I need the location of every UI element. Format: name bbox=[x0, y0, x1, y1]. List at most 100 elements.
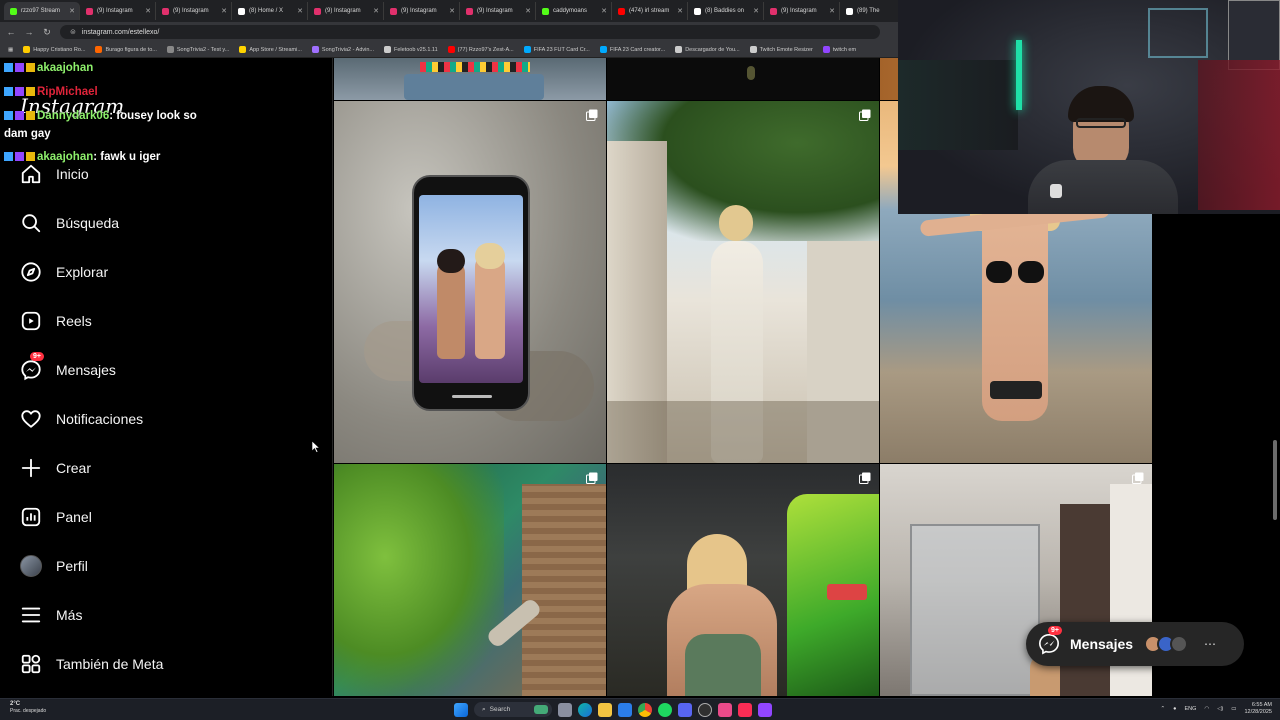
browser-tab[interactable]: (9) Instagram ✕ bbox=[384, 2, 460, 20]
store-icon[interactable] bbox=[618, 702, 632, 717]
bookmark-item[interactable]: Burago figura de to... bbox=[95, 46, 157, 53]
close-tab-icon[interactable]: ✕ bbox=[525, 7, 531, 15]
bookmark-favicon-icon bbox=[166, 46, 174, 53]
scrollbar-thumb[interactable] bbox=[1273, 440, 1277, 520]
task-view-icon[interactable] bbox=[558, 702, 572, 717]
browser-tab[interactable]: (9) Instagram ✕ bbox=[308, 2, 384, 20]
chat-badge-icon bbox=[4, 152, 13, 162]
bookmark-item[interactable]: (77) Rzzo97's Zest-A... bbox=[447, 46, 514, 53]
messages-label: Mensajes bbox=[1070, 636, 1134, 652]
clock[interactable]: 6:55 AM 12/28/2025 bbox=[1244, 702, 1272, 716]
bookmark-label: Twitch Emote Resizer bbox=[759, 46, 813, 53]
itunes-icon[interactable] bbox=[738, 702, 752, 717]
sidebar-item-mensajes[interactable]: 9+ Mensajes bbox=[20, 352, 116, 385]
post-thumbnail[interactable] bbox=[334, 464, 606, 696]
weather-temp: 2°C bbox=[10, 701, 21, 707]
bookmark-item[interactable]: Twitch Emote Resizer bbox=[749, 46, 813, 53]
sidebar-item-reels[interactable]: Reels bbox=[20, 306, 92, 336]
spotify-icon[interactable] bbox=[658, 702, 672, 717]
sidebar-item-perfil[interactable]: Perfil bbox=[20, 551, 88, 581]
bookmark-item[interactable]: FIFA 23 FUT Card Cr... bbox=[523, 46, 590, 53]
bookmark-favicon-icon bbox=[822, 46, 830, 53]
browser-tab[interactable]: (9) Instagram ✕ bbox=[764, 2, 840, 20]
close-tab-icon[interactable]: ✕ bbox=[297, 7, 303, 15]
back-icon[interactable]: ← bbox=[6, 27, 16, 37]
sidebar-item-notificaciones[interactable]: Notificaciones bbox=[20, 404, 143, 434]
forward-icon[interactable]: → bbox=[24, 27, 34, 37]
close-tab-icon[interactable]: ✕ bbox=[145, 7, 151, 15]
browser-tab[interactable]: (8) Home / X ✕ bbox=[232, 2, 308, 20]
sidebar-item-b-squeda[interactable]: Búsqueda bbox=[20, 208, 119, 238]
menu-icon bbox=[20, 604, 42, 626]
sidebar-item-explorar[interactable]: Explorar bbox=[20, 257, 108, 287]
browser-tab[interactable]: (474) irl stream ✕ bbox=[612, 2, 688, 20]
mic-icon[interactable]: ● bbox=[1173, 706, 1176, 712]
edge-icon[interactable] bbox=[578, 702, 592, 717]
multi-post-icon bbox=[1132, 472, 1144, 484]
sidebar-item-m-s[interactable]: Más bbox=[20, 600, 82, 630]
plus-icon bbox=[20, 457, 42, 479]
browser-tab[interactable]: (8) Baddies on ✕ bbox=[688, 2, 764, 20]
multi-post-icon bbox=[859, 109, 871, 121]
bookmark-item[interactable]: Happy Cristiano Ro... bbox=[23, 46, 85, 53]
sidebar-item-label: Perfil bbox=[56, 558, 88, 574]
post-thumbnail[interactable] bbox=[607, 464, 879, 696]
bookmark-favicon-icon bbox=[311, 46, 319, 53]
bookmark-favicon-icon bbox=[599, 46, 607, 53]
bookmark-item[interactable]: FIFA 23 Card creator... bbox=[599, 46, 665, 53]
close-tab-icon[interactable]: ✕ bbox=[677, 7, 683, 15]
close-tab-icon[interactable]: ✕ bbox=[449, 7, 455, 15]
bookmark-item[interactable]: Feletoob v25.1.11 bbox=[384, 46, 438, 53]
sidebar-item-panel[interactable]: Panel bbox=[20, 502, 92, 532]
sidebar-item-inicio[interactable]: Inicio bbox=[20, 159, 89, 189]
site-info-icon[interactable]: ⊜ bbox=[70, 28, 76, 36]
bookmark-item[interactable]: Descargador de You... bbox=[675, 46, 740, 53]
close-tab-icon[interactable]: ✕ bbox=[753, 7, 759, 15]
apps-grid-icon[interactable]: ▦ bbox=[8, 47, 13, 53]
bookmark-item[interactable]: App Store / Streami... bbox=[239, 46, 302, 53]
post-thumbnail[interactable] bbox=[334, 58, 606, 100]
close-tab-icon[interactable]: ✕ bbox=[601, 7, 607, 15]
messages-drawer-button[interactable]: 9+ Mensajes ⋯ bbox=[1026, 622, 1244, 666]
browser-tab[interactable]: (9) Instagram ✕ bbox=[80, 2, 156, 20]
close-tab-icon[interactable]: ✕ bbox=[221, 7, 227, 15]
multi-post-icon bbox=[586, 109, 598, 121]
close-tab-icon[interactable]: ✕ bbox=[829, 7, 835, 15]
url-field[interactable]: ⊜ instagram.com/estellexo/ bbox=[60, 25, 880, 39]
app-icon[interactable] bbox=[718, 702, 732, 717]
chrome-icon[interactable] bbox=[638, 702, 652, 717]
browser-tab[interactable]: (9) Instagram ✕ bbox=[156, 2, 232, 20]
volume-icon[interactable]: ◁) bbox=[1217, 706, 1223, 712]
bookmark-label: FIFA 23 FUT Card Cr... bbox=[533, 46, 590, 53]
post-thumbnail[interactable] bbox=[607, 101, 879, 463]
browser-tab[interactable]: caddymoans ✕ bbox=[536, 2, 612, 20]
close-tab-icon[interactable]: ✕ bbox=[373, 7, 379, 15]
language-indicator[interactable]: ENG bbox=[1184, 706, 1196, 712]
bookmark-label: SongTrivia2 - Test y... bbox=[176, 46, 230, 53]
sidebar-item-tambi-n-de-meta[interactable]: También de Meta bbox=[20, 649, 163, 679]
browser-tab[interactable]: rzzo97 Stream ✕ bbox=[4, 2, 80, 20]
tab-title: (89) The bbox=[857, 8, 880, 14]
bookmark-label: Descargador de You... bbox=[685, 46, 740, 53]
close-tab-icon[interactable]: ✕ bbox=[69, 7, 75, 15]
windows-start-icon[interactable] bbox=[454, 702, 468, 717]
obs-icon[interactable] bbox=[698, 702, 712, 717]
sidebar-item-crear[interactable]: Crear bbox=[20, 453, 91, 483]
weather-widget[interactable]: 2°C Prac. despejado bbox=[10, 701, 46, 715]
reload-icon[interactable]: ↻ bbox=[42, 27, 52, 38]
chevron-up-icon[interactable]: ⌃ bbox=[1161, 706, 1166, 712]
post-thumbnail[interactable] bbox=[334, 101, 606, 463]
bookmark-item[interactable]: twitch em bbox=[822, 46, 856, 53]
file-explorer-icon[interactable] bbox=[598, 702, 612, 717]
discord-icon[interactable] bbox=[678, 702, 692, 717]
wifi-icon[interactable]: ◠ bbox=[1204, 706, 1209, 712]
sidebar-item-label: Mensajes bbox=[56, 362, 116, 378]
bookmark-item[interactable]: SongTrivia2 - Test y... bbox=[166, 46, 230, 53]
chat-message: akaajohan: fawk u iger bbox=[4, 151, 160, 163]
bookmark-item[interactable]: SongTrivia2 - Advin... bbox=[311, 46, 374, 53]
twitch-icon[interactable] bbox=[758, 702, 772, 717]
taskbar-search[interactable]: ⌕ Search bbox=[474, 702, 552, 717]
post-thumbnail[interactable] bbox=[607, 58, 879, 100]
browser-tab[interactable]: (9) Instagram ✕ bbox=[460, 2, 536, 20]
battery-icon[interactable]: ▭ bbox=[1231, 706, 1236, 712]
